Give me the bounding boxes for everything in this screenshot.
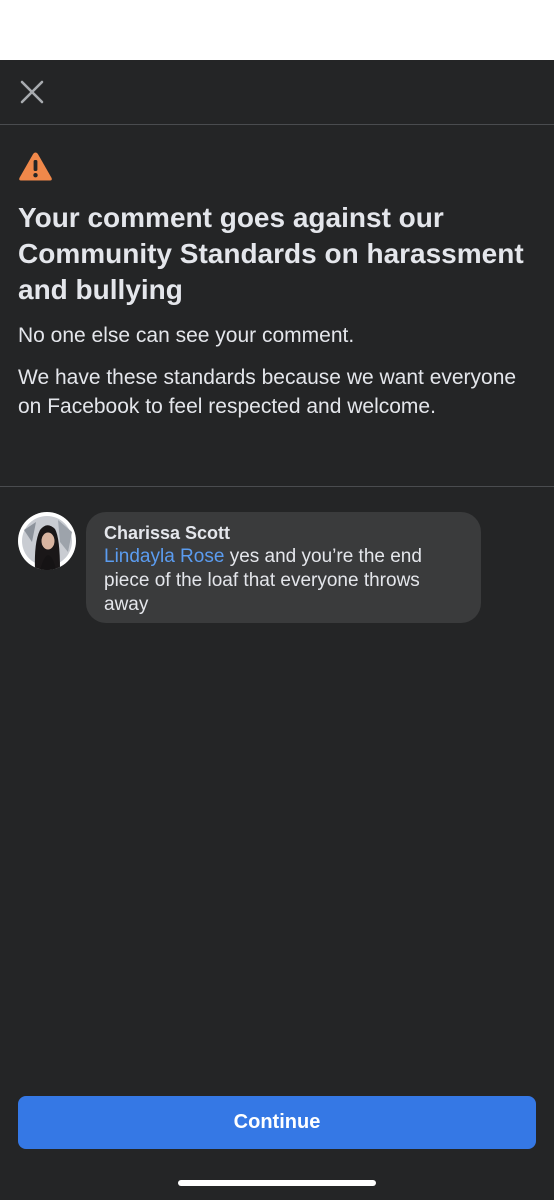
- community-standards-sheet: Your comment goes against our Community …: [0, 60, 554, 1200]
- content-divider: [0, 486, 554, 487]
- standards-explanation: We have these standards because we want …: [18, 366, 517, 418]
- comment-text: Lindayla Rose yes and you’re the end pie…: [104, 545, 463, 617]
- close-button[interactable]: [14, 74, 50, 110]
- visibility-note: No one else can see your comment.: [18, 324, 355, 347]
- close-icon: [20, 80, 44, 104]
- status-bar: [0, 0, 554, 60]
- comment-author[interactable]: Charissa Scott: [104, 522, 463, 544]
- continue-button[interactable]: Continue: [18, 1096, 536, 1149]
- header-divider: [0, 124, 554, 125]
- avatar: [18, 512, 76, 570]
- warning-title: Your comment goes against our Community …: [18, 202, 524, 305]
- warning-triangle-icon: [19, 152, 52, 181]
- home-indicator: [178, 1180, 376, 1186]
- comment-bubble: Charissa Scott Lindayla Rose yes and you…: [86, 512, 481, 623]
- comment-mention-link[interactable]: Lindayla Rose: [104, 546, 224, 567]
